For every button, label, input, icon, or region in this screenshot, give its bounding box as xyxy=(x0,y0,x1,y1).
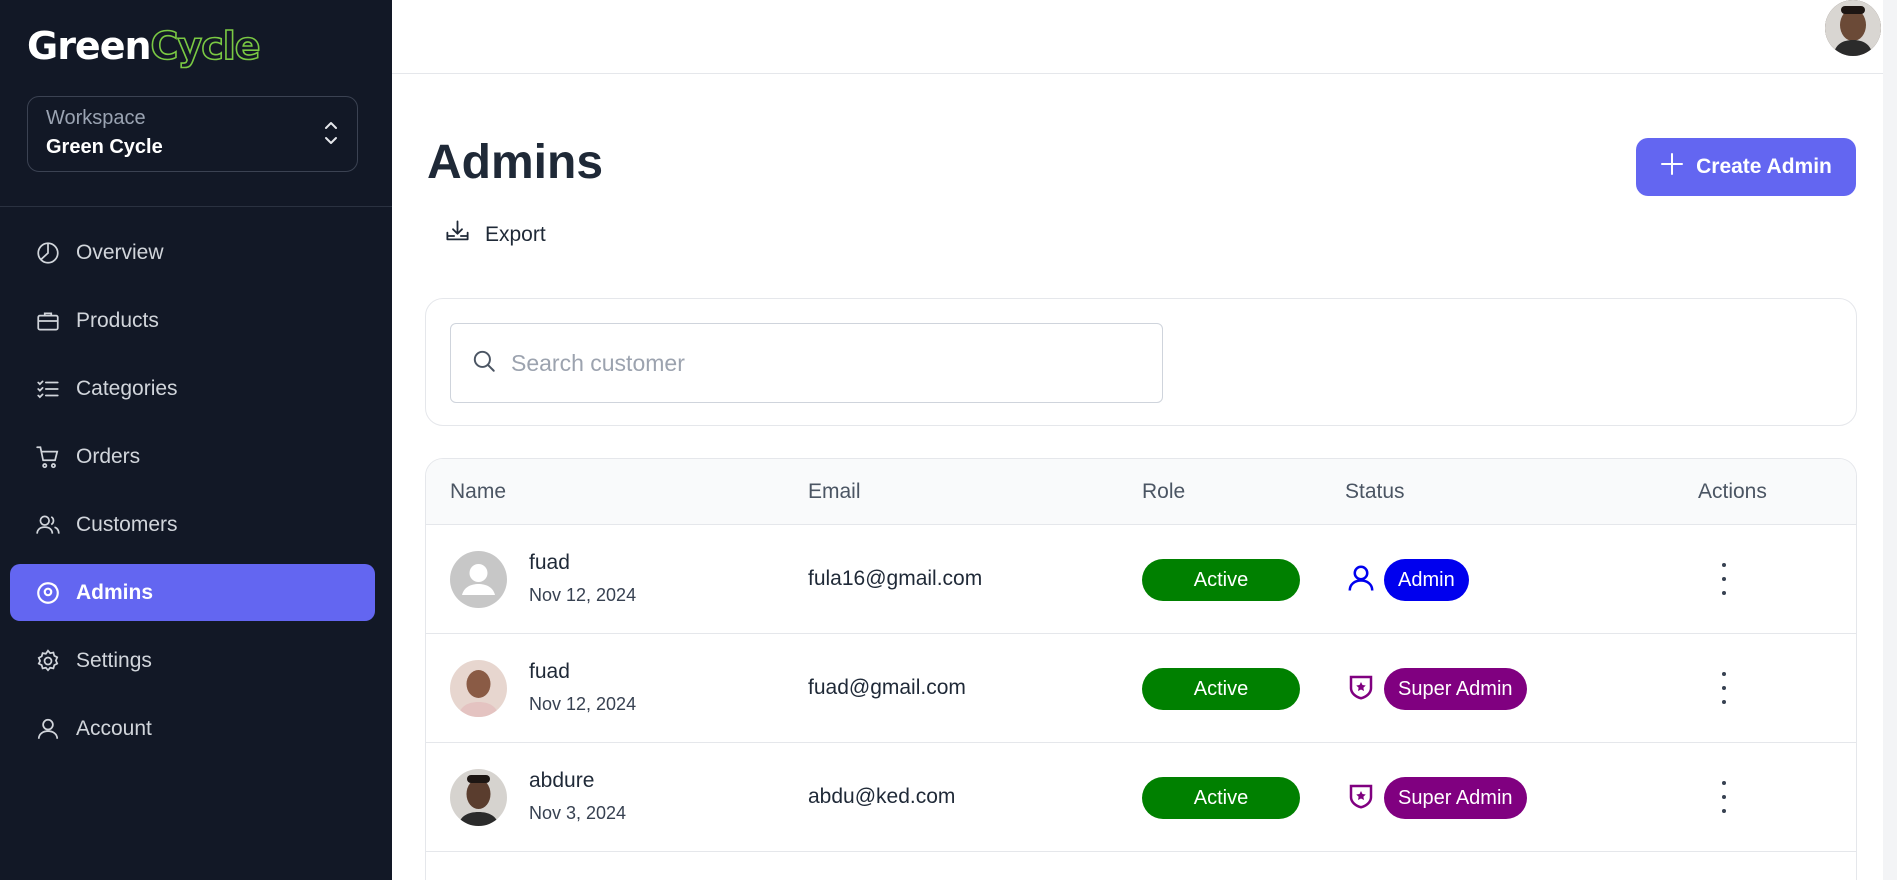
briefcase-icon xyxy=(34,307,62,335)
topbar xyxy=(392,0,1897,74)
sidebar-item-products[interactable]: Products xyxy=(10,292,375,349)
plus-icon xyxy=(1660,152,1684,182)
list-checks-icon xyxy=(34,375,62,403)
row-actions-menu[interactable] xyxy=(1714,563,1734,595)
header-email: Email xyxy=(808,480,861,503)
search-card xyxy=(425,298,1857,426)
shield-star-icon xyxy=(1346,781,1376,816)
shield-star-icon xyxy=(1346,672,1376,707)
admin-name: fuad xyxy=(529,551,570,574)
status-badge: Super Admin xyxy=(1384,668,1527,710)
row-actions-menu[interactable] xyxy=(1714,672,1734,704)
sidebar-item-categories[interactable]: Categories xyxy=(10,360,375,417)
gear-icon xyxy=(34,647,62,675)
status-cell: Super Admin xyxy=(1346,668,1527,710)
admins-table: Name Email Role Status Actions fuad Nov … xyxy=(425,458,1857,880)
sidebar-item-label: Categories xyxy=(76,376,178,400)
sidebar-item-label: Settings xyxy=(76,648,152,672)
admin-email: fuad@gmail.com xyxy=(808,676,966,699)
sidebar-item-account[interactable]: Account xyxy=(10,700,375,757)
admin-name: abdure xyxy=(529,769,595,792)
sidebar-item-label: Account xyxy=(76,716,152,740)
admin-date: Nov 3, 2024 xyxy=(529,803,627,823)
user-gear-icon xyxy=(34,579,62,607)
users-icon xyxy=(34,511,62,539)
sidebar-item-label: Overview xyxy=(76,240,164,264)
search-input[interactable] xyxy=(511,349,1111,377)
user-avatar[interactable] xyxy=(1825,0,1881,56)
sidebar-item-customers[interactable]: Customers xyxy=(10,496,375,553)
status-badge: Super Admin xyxy=(1384,777,1527,819)
export-button[interactable]: Export xyxy=(444,218,546,251)
admin-email: fula16@gmail.com xyxy=(808,567,983,590)
role-badge: Active xyxy=(1142,668,1300,710)
sidebar-item-admins[interactable]: Admins xyxy=(10,564,375,621)
table-row[interactable]: abdure Nov 3, 2024 abdu@ked.com Active S… xyxy=(426,743,1856,852)
workspace-label: Workspace xyxy=(46,107,146,129)
sidebar-item-label: Admins xyxy=(76,580,154,604)
sidebar-nav: Overview Products Categories Orders Cust… xyxy=(10,224,375,768)
avatar xyxy=(450,660,507,717)
status-cell: Admin xyxy=(1346,559,1469,601)
header-name: Name xyxy=(450,480,507,503)
user-icon xyxy=(1346,563,1376,598)
role-badge: Active xyxy=(1142,777,1300,819)
role-badge: Active xyxy=(1142,559,1300,601)
sidebar-item-label: Orders xyxy=(76,444,141,468)
workspace-value: Green Cycle xyxy=(46,136,163,158)
header-actions: Actions xyxy=(1698,480,1767,503)
avatar xyxy=(450,769,507,826)
download-icon xyxy=(444,218,471,251)
admin-date: Nov 12, 2024 xyxy=(529,585,637,605)
table-row[interactable]: fuad Nov 12, 2024 fula16@gmail.com Activ… xyxy=(426,525,1856,634)
chevron-up-down-icon xyxy=(323,119,339,152)
sidebar-item-settings[interactable]: Settings xyxy=(10,632,375,689)
create-admin-button[interactable]: Create Admin xyxy=(1636,138,1856,196)
page-title: Admins xyxy=(427,136,604,189)
create-admin-label: Create Admin xyxy=(1696,155,1832,178)
user-icon xyxy=(34,715,62,743)
search-icon xyxy=(471,348,497,379)
workspace-switcher[interactable]: Workspace Green Cycle xyxy=(27,96,358,172)
export-label: Export xyxy=(485,222,546,246)
logo[interactable]: GreenCycle xyxy=(27,23,262,69)
search-box[interactable] xyxy=(450,323,1163,403)
header-status: Status xyxy=(1345,480,1405,503)
status-badge: Admin xyxy=(1384,559,1469,601)
header-role: Role xyxy=(1142,480,1186,503)
cart-icon xyxy=(34,443,62,471)
logo-part-cycle: Cycle xyxy=(150,23,262,69)
table-row[interactable]: fuad Nov 12, 2024 fuad@gmail.com Active … xyxy=(426,634,1856,743)
table-header: Name Email Role Status Actions xyxy=(426,459,1856,525)
admin-name: fuad xyxy=(529,660,570,683)
sidebar-item-overview[interactable]: Overview xyxy=(10,224,375,281)
scrollbar[interactable] xyxy=(1883,0,1897,880)
avatar xyxy=(450,551,507,608)
sidebar: GreenCycle Workspace Green Cycle Overvie… xyxy=(0,0,392,880)
sidebar-item-label: Products xyxy=(76,308,159,332)
sidebar-item-orders[interactable]: Orders xyxy=(10,428,375,485)
admin-date: Nov 12, 2024 xyxy=(529,694,637,714)
admin-email: abdu@ked.com xyxy=(808,785,956,808)
pie-chart-icon xyxy=(34,239,62,267)
logo-part-green: Green xyxy=(27,24,152,68)
sidebar-divider xyxy=(0,206,392,207)
row-actions-menu[interactable] xyxy=(1714,781,1734,813)
sidebar-item-label: Customers xyxy=(76,512,178,536)
status-cell: Super Admin xyxy=(1346,777,1527,819)
